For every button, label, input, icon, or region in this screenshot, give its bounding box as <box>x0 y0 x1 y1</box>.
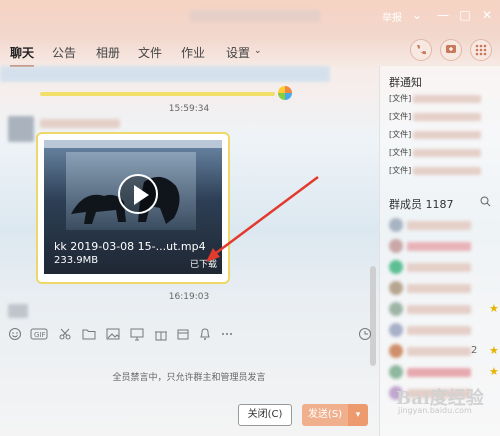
sender-name-blurred <box>40 119 120 128</box>
more-icon[interactable] <box>220 327 234 341</box>
play-button[interactable] <box>118 174 158 214</box>
tab-album[interactable]: 相册 <box>96 44 120 61</box>
compose-area: 全员禁言中，只允许群主和管理员发言 关闭(C) 发送(S) ▾ <box>0 346 378 436</box>
gift-icon[interactable] <box>154 327 168 341</box>
tab-chat[interactable]: 聊天 <box>10 44 35 67</box>
send-button[interactable]: 发送(S) <box>302 404 348 426</box>
calendar-icon[interactable] <box>176 327 190 341</box>
notice-item[interactable]: [文件] <box>389 111 482 122</box>
member-item[interactable] <box>389 323 485 339</box>
tab-files[interactable]: 文件 <box>138 44 162 61</box>
admin-badge-icon: ★ <box>489 302 499 315</box>
chevron-down-icon[interactable]: ⌄ <box>410 8 424 22</box>
download-status: 已下载 <box>190 260 218 270</box>
new-message-button[interactable] <box>440 39 462 61</box>
screen-share-icon[interactable] <box>130 327 144 341</box>
gif-icon[interactable]: GIF <box>30 327 48 341</box>
scissors-icon[interactable] <box>58 327 72 341</box>
group-name-blurred <box>190 10 320 22</box>
notice-item[interactable]: [文件] <box>389 165 482 176</box>
timestamp: 16:19:03 <box>168 292 210 302</box>
bell-icon[interactable] <box>198 327 212 341</box>
phone-icon <box>417 45 426 55</box>
report-button[interactable]: 举报 <box>382 9 402 24</box>
member-item[interactable] <box>389 260 485 276</box>
watermark-url: jingyan.baidu.com <box>398 406 472 415</box>
notice-item[interactable]: [文件] <box>389 93 482 104</box>
blurred-message <box>0 66 330 82</box>
maximize-button[interactable]: □ <box>458 8 472 22</box>
notice-title: 群通知 <box>389 76 422 89</box>
minimize-button[interactable]: — <box>436 8 450 22</box>
avatar[interactable] <box>8 116 34 142</box>
title-bar: 举报 ⌄ — □ ✕ <box>0 0 500 34</box>
notice-item[interactable]: [文件] <box>389 129 482 140</box>
tab-settings[interactable]: 设置 <box>226 44 250 61</box>
tab-bar: 聊天 公告 相册 文件 作业 设置 ⌄ <box>0 36 380 67</box>
message-plus-icon <box>446 45 456 53</box>
grid-icon <box>475 44 487 56</box>
avatar[interactable] <box>278 86 292 100</box>
member-item[interactable] <box>389 218 485 234</box>
folder-icon[interactable] <box>82 327 96 341</box>
compose-toolbar: GIF <box>0 320 378 346</box>
admin-badge-icon: ★ <box>489 365 499 378</box>
more-apps-button[interactable] <box>470 39 492 61</box>
tab-announcement[interactable]: 公告 <box>52 44 76 61</box>
thumbnail-toolbar <box>44 140 222 148</box>
member-item[interactable]: 2 ★ <box>389 344 499 360</box>
tab-homework[interactable]: 作业 <box>181 44 205 61</box>
video-thumbnail[interactable]: kk 2019-03-08 15-...ut.mp4 233.9MB 已下载 <box>44 140 222 274</box>
member-item[interactable]: ★ <box>389 302 499 318</box>
search-icon[interactable] <box>480 196 491 210</box>
mute-notice: 全员禁言中，只允许群主和管理员发言 <box>112 373 266 383</box>
notice-item[interactable]: [文件] <box>389 147 482 158</box>
group-side-panel: 群通知 [文件] [文件] [文件] [文件] [文件] 群成员 1187 ★ … <box>379 66 500 436</box>
phone-call-button[interactable] <box>410 39 432 61</box>
close-chat-button[interactable]: 关闭(C) <box>238 404 292 426</box>
chat-history[interactable]: 15:59:34 kk 2019-03-08 15-...ut.mp4 233.… <box>0 66 378 366</box>
admin-badge-icon: ★ <box>489 344 499 357</box>
close-button[interactable]: ✕ <box>480 8 494 22</box>
emoji-icon[interactable] <box>8 327 22 341</box>
clock-icon[interactable] <box>358 327 372 341</box>
video-size: 233.9MB <box>54 255 99 266</box>
member-item[interactable]: ★ <box>389 365 499 381</box>
message-bubble-edge <box>40 92 275 96</box>
video-message-card[interactable]: kk 2019-03-08 15-...ut.mp4 233.9MB 已下载 <box>36 132 230 284</box>
chevron-down-icon[interactable]: ⌄ <box>254 46 262 56</box>
avatar[interactable] <box>8 304 28 318</box>
image-icon[interactable] <box>106 327 120 341</box>
members-title: 群成员 1187 <box>389 198 454 211</box>
member-item[interactable] <box>389 239 485 255</box>
timestamp: 15:59:34 <box>168 104 210 114</box>
send-options-button[interactable]: ▾ <box>348 404 368 426</box>
video-filename: kk 2019-03-08 15-...ut.mp4 <box>54 240 206 253</box>
member-item[interactable] <box>389 281 485 297</box>
svg-text:GIF: GIF <box>34 331 46 339</box>
